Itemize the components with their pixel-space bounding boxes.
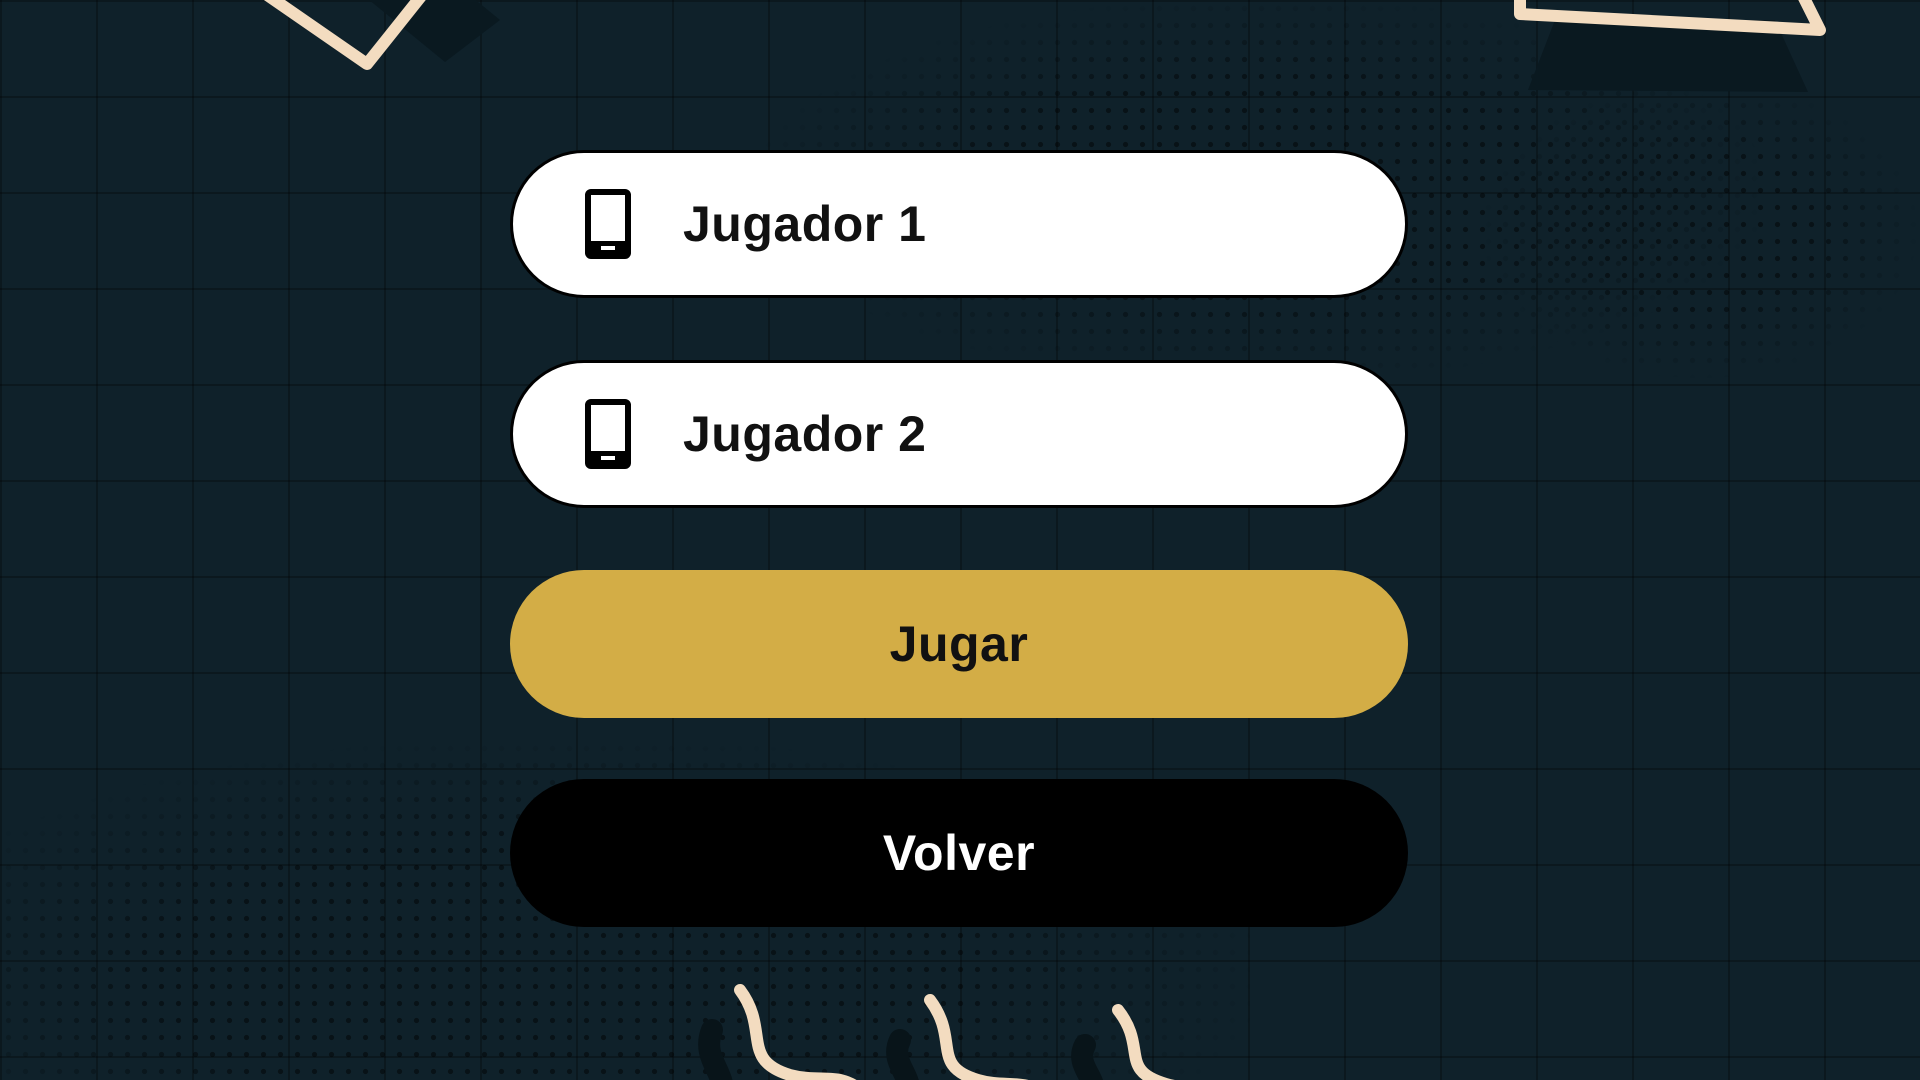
play-button[interactable]: Jugar [510, 570, 1408, 718]
square-outline-decoration [263, 0, 426, 70]
player-2-label: Jugador 2 [683, 406, 927, 462]
squiggle-shadow-decoration [698, 1019, 1103, 1080]
game-lobby-screen: Jugador 1 Jugador 2 Jugar Volver [0, 0, 1920, 1080]
player-1-label: Jugador 1 [683, 196, 927, 252]
back-button[interactable]: Volver [510, 779, 1408, 927]
back-button-label: Volver [882, 825, 1036, 881]
player-1-field[interactable]: Jugador 1 [510, 150, 1408, 298]
triangle-outline-decoration [1514, 0, 1826, 36]
squiggle-decoration [734, 984, 1176, 1080]
player-2-field[interactable]: Jugador 2 [510, 360, 1408, 508]
triangle-shadow-decoration [1528, 20, 1808, 92]
play-button-label: Jugar [889, 616, 1029, 672]
smartphone-icon [585, 399, 631, 469]
player-setup-panel: Jugador 1 Jugador 2 Jugar Volver [510, 150, 1408, 988]
halftone-pattern-right [1480, 80, 1920, 380]
smartphone-icon [585, 189, 631, 259]
square-shadow-decoration [369, 0, 500, 62]
